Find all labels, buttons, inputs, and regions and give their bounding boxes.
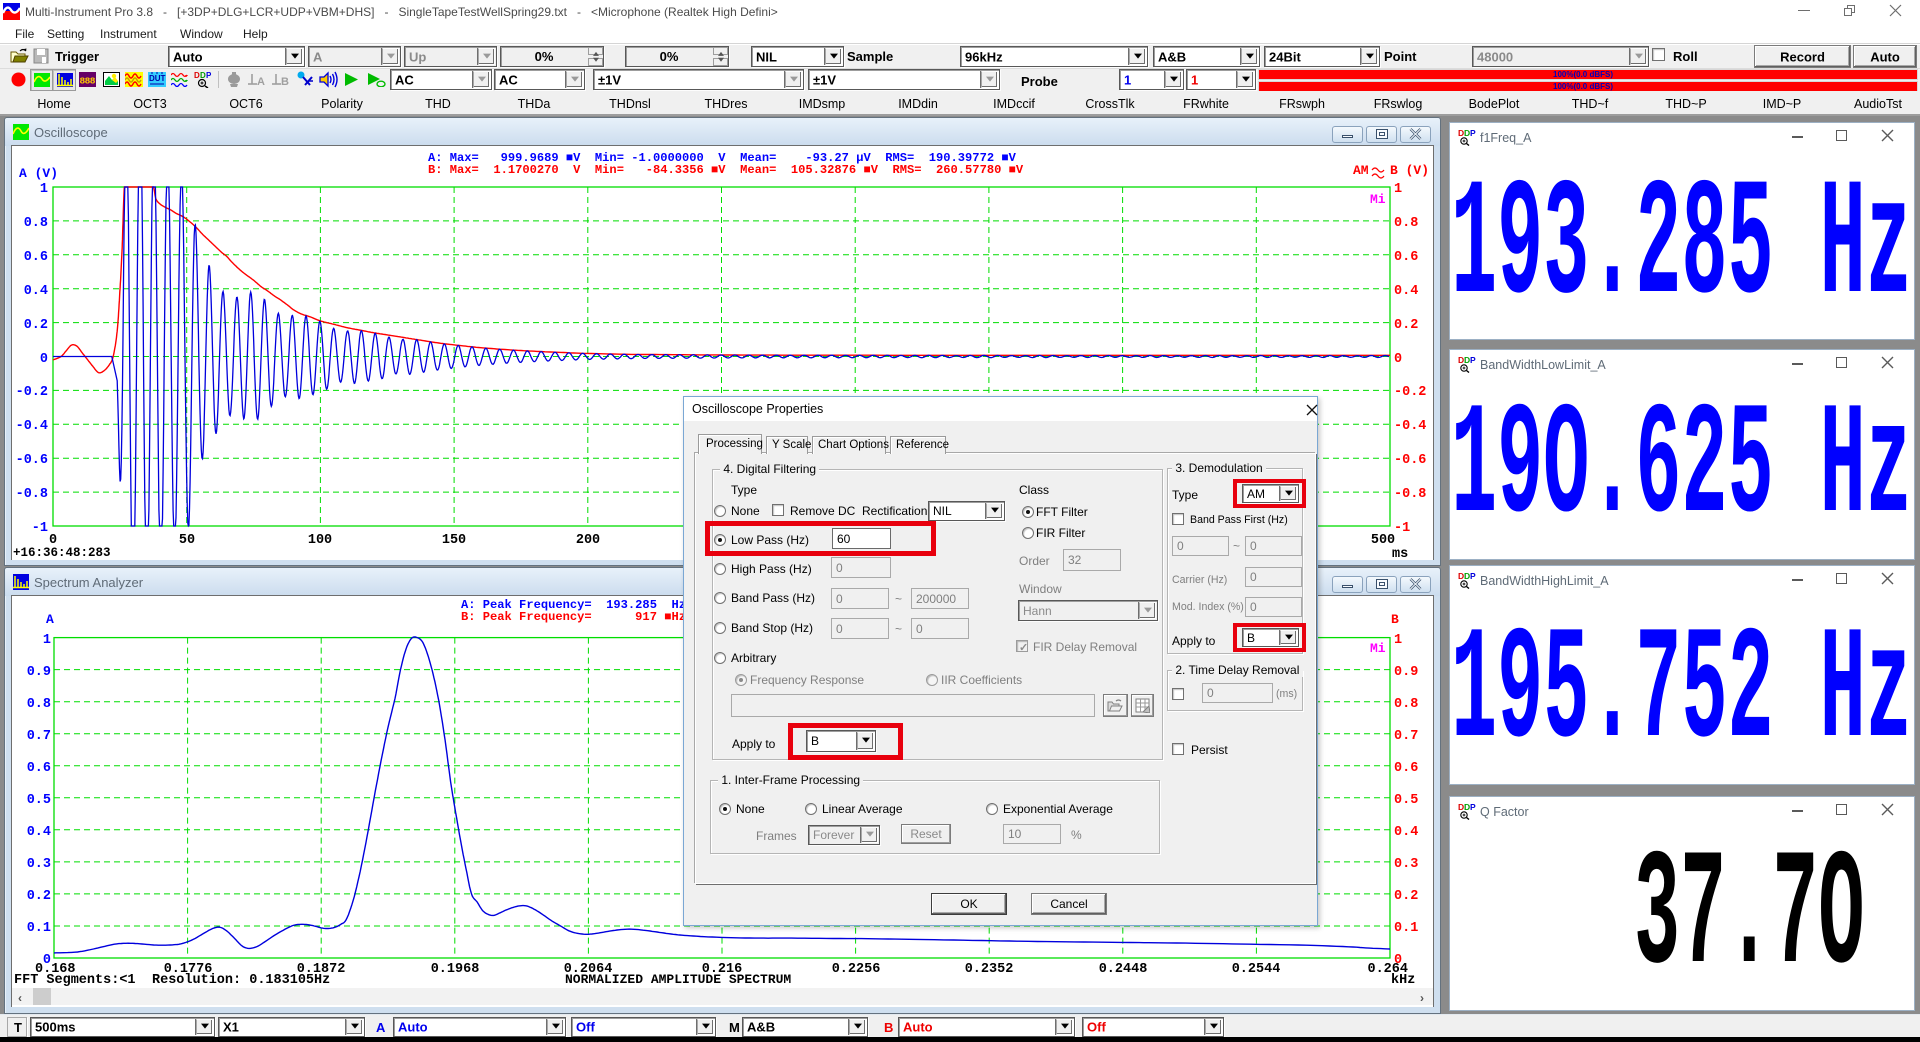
svg-text:Resolution: 0.183105Hz: Resolution: 0.183105Hz [152, 973, 330, 988]
svg-text:0.8: 0.8 [1394, 697, 1418, 712]
svg-text:Mi: Mi [1370, 641, 1386, 656]
svg-text:0.2: 0.2 [24, 318, 48, 333]
svg-text:0.8: 0.8 [1394, 216, 1418, 231]
svg-text:0.1: 0.1 [27, 921, 51, 936]
svg-text:Mi: Mi [1370, 192, 1386, 207]
svg-text:0.2256: 0.2256 [832, 962, 881, 977]
svg-text:0.2352: 0.2352 [965, 962, 1014, 977]
svg-text:FFT Segments:<1: FFT Segments:<1 [14, 973, 136, 988]
svg-text:DUT: DUT [149, 74, 166, 83]
svg-text:100: 100 [308, 533, 332, 548]
svg-text:19O.625 Hz: 19O.625 Hz [1451, 379, 1912, 559]
svg-text:-0.6: -0.6 [16, 453, 48, 468]
svg-text:0.1: 0.1 [1394, 921, 1418, 936]
svg-text:0.8: 0.8 [24, 216, 48, 231]
svg-text:0.3: 0.3 [1394, 857, 1418, 872]
svg-text:500: 500 [1371, 533, 1395, 548]
svg-text:1: 1 [43, 633, 51, 648]
svg-text:888: 888 [80, 76, 96, 87]
svg-text:0.4: 0.4 [24, 284, 48, 299]
svg-text:B: Max= 1.1700270 V Min=: B: Max= 1.1700270 V Min= -84.3356 ■V Mea… [428, 163, 1024, 177]
svg-text:-1: -1 [32, 521, 48, 536]
svg-text:1: 1 [40, 182, 48, 197]
svg-text:-1: -1 [1394, 521, 1410, 536]
svg-text:-0.2: -0.2 [16, 385, 48, 400]
svg-text:-0.6: -0.6 [1394, 453, 1426, 468]
svg-text:0.6: 0.6 [1394, 761, 1418, 776]
svg-text:195.752 Hz: 195.752 Hz [1451, 601, 1912, 783]
svg-text:0.4: 0.4 [27, 825, 51, 840]
svg-text:0.3: 0.3 [27, 857, 51, 872]
svg-text:0.9: 0.9 [1394, 665, 1418, 680]
svg-text:0.7: 0.7 [1394, 729, 1418, 744]
svg-text:B (V): B (V) [1390, 163, 1429, 178]
svg-text:-0.8: -0.8 [16, 487, 48, 502]
svg-text:0.2: 0.2 [1394, 318, 1418, 333]
svg-text:0.8: 0.8 [27, 697, 51, 712]
svg-text:P: P [206, 71, 212, 80]
svg-text:NORMALIZED AMPLITUDE SPECTRUM: NORMALIZED AMPLITUDE SPECTRUM [565, 972, 791, 987]
svg-text:0.2: 0.2 [27, 889, 51, 904]
svg-text:0.9: 0.9 [27, 665, 51, 680]
svg-text:150: 150 [442, 533, 466, 548]
svg-text:B: B [1391, 612, 1399, 627]
svg-text:0.5: 0.5 [1394, 793, 1418, 808]
svg-text:0.4: 0.4 [1394, 284, 1418, 299]
svg-text:-0.4: -0.4 [1394, 419, 1426, 434]
svg-text:0.1968: 0.1968 [431, 962, 480, 977]
svg-text:0.2448: 0.2448 [1099, 962, 1148, 977]
svg-text:37.7O: 37.7O [1634, 824, 1864, 1011]
svg-text:ms: ms [1392, 547, 1408, 559]
svg-text:193.285 Hz: 193.285 Hz [1451, 152, 1912, 340]
svg-text:A (V): A (V) [19, 166, 58, 181]
svg-text:B: B [281, 76, 289, 87]
svg-text:1: 1 [1394, 633, 1402, 648]
svg-text:kHz: kHz [1391, 973, 1415, 988]
svg-text:0.6: 0.6 [1394, 250, 1418, 265]
svg-text:1: 1 [1394, 182, 1402, 197]
svg-text:-0.8: -0.8 [1394, 487, 1426, 502]
svg-text:AM: AM [1353, 163, 1369, 178]
svg-text:0: 0 [40, 352, 48, 367]
svg-text:200: 200 [576, 533, 600, 548]
svg-text:0: 0 [1394, 352, 1402, 367]
svg-text:0.7: 0.7 [27, 729, 51, 744]
svg-text:0.6: 0.6 [24, 250, 48, 265]
svg-text:+16:36:48:283: +16:36:48:283 [13, 546, 111, 559]
svg-text:-0.2: -0.2 [1394, 385, 1426, 400]
svg-text:0.2: 0.2 [1394, 889, 1418, 904]
svg-text:-0.4: -0.4 [16, 419, 48, 434]
svg-text:0.4: 0.4 [1394, 825, 1418, 840]
svg-text:0.6: 0.6 [27, 761, 51, 776]
svg-text:A: A [257, 76, 265, 87]
svg-text:A: A [46, 612, 54, 627]
svg-text:0.2544: 0.2544 [1232, 962, 1281, 977]
svg-text:0.5: 0.5 [27, 793, 51, 808]
svg-text:50: 50 [179, 533, 195, 548]
svg-text:B: Peak Frequency= 917 ■H: B: Peak Frequency= 917 ■Hz [461, 610, 686, 624]
